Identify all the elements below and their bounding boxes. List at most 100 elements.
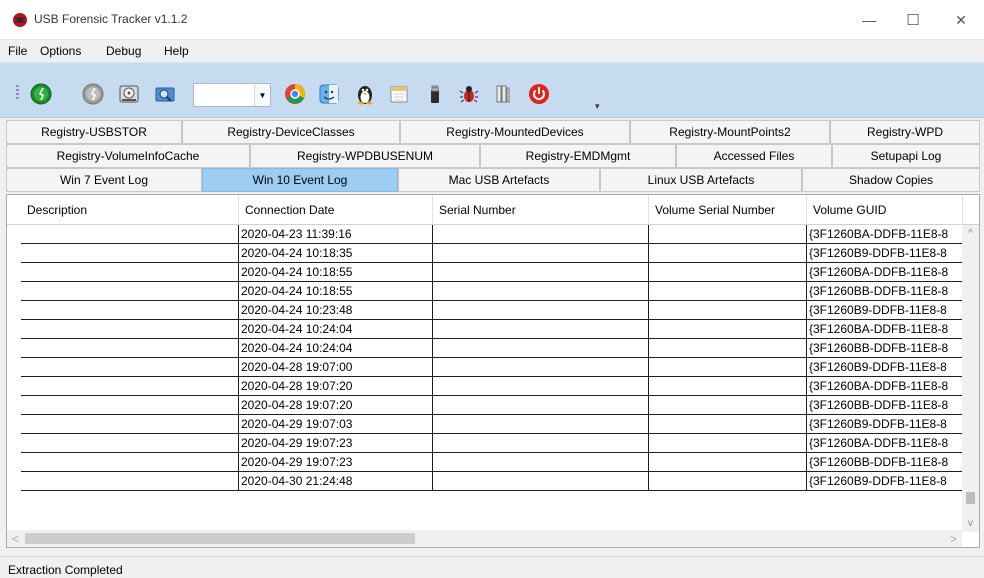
table-row[interactable]: 2020-04-24 10:24:04 {3F1260BA-DDFB-11E8-8 (7, 320, 963, 339)
cell-connection-date[interactable]: 2020-04-24 10:23:48 (239, 301, 433, 320)
column-header-volume-guid[interactable]: Volume GUID (807, 195, 963, 225)
calendar-icon[interactable] (388, 83, 410, 105)
tab-win10-event-log[interactable]: Win 10 Event Log (202, 168, 398, 192)
table-row[interactable]: 2020-04-30 21:24:48 {3F1260B9-DDFB-11E8-8 (7, 472, 963, 491)
dropdown-arrow-icon[interactable]: ▼ (254, 84, 270, 106)
cell-volume-serial-number[interactable] (649, 225, 807, 244)
cell-serial-number[interactable] (433, 263, 649, 282)
tab-shadow-copies[interactable]: Shadow Copies (802, 168, 980, 192)
cell-volume-serial-number[interactable] (649, 453, 807, 472)
cell-volume-guid[interactable]: {3F1260B9-DDFB-11E8-8 (807, 358, 963, 377)
run-grey-icon[interactable] (82, 83, 104, 105)
table-row[interactable]: 2020-04-24 10:24:04 {3F1260BB-DDFB-11E8-8 (7, 339, 963, 358)
tab-registry-deviceclasses[interactable]: Registry-DeviceClasses (182, 120, 400, 144)
cell-description[interactable] (21, 320, 239, 339)
run-green-icon[interactable] (30, 83, 52, 105)
cell-description[interactable] (21, 225, 239, 244)
magnifier-folder-icon[interactable] (154, 83, 176, 105)
scroll-up-icon[interactable]: ^ (962, 225, 979, 242)
cell-volume-serial-number[interactable] (649, 377, 807, 396)
tab-registry-volumeinfocache[interactable]: Registry-VolumeInfoCache (6, 144, 250, 168)
tab-registry-wpdbusenum[interactable]: Registry-WPDBUSENUM (250, 144, 480, 168)
cell-serial-number[interactable] (433, 415, 649, 434)
cell-serial-number[interactable] (433, 301, 649, 320)
cell-serial-number[interactable] (433, 358, 649, 377)
tab-accessed-files[interactable]: Accessed Files (676, 144, 832, 168)
cell-volume-serial-number[interactable] (649, 282, 807, 301)
toolbar-overflow-icon[interactable]: ▾ (595, 101, 600, 112)
cell-volume-serial-number[interactable] (649, 472, 807, 491)
tab-win7-event-log[interactable]: Win 7 Event Log (6, 168, 202, 192)
cell-volume-guid[interactable]: {3F1260BB-DDFB-11E8-8 (807, 339, 963, 358)
cell-connection-date[interactable]: 2020-04-28 19:07:00 (239, 358, 433, 377)
usb-drive-icon[interactable] (424, 83, 446, 105)
cell-volume-serial-number[interactable] (649, 415, 807, 434)
cell-description[interactable] (21, 301, 239, 320)
cell-volume-guid[interactable]: {3F1260B9-DDFB-11E8-8 (807, 472, 963, 491)
menu-debug[interactable]: Debug (106, 44, 141, 58)
cell-volume-serial-number[interactable] (649, 358, 807, 377)
cell-description[interactable] (21, 472, 239, 491)
bookshelf-icon[interactable] (492, 83, 514, 105)
menu-help[interactable]: Help (164, 44, 189, 58)
menu-file[interactable]: File (8, 44, 27, 58)
cell-volume-serial-number[interactable] (649, 339, 807, 358)
scroll-left-icon[interactable]: < (7, 530, 24, 547)
drive-select[interactable]: ▼ (193, 83, 271, 107)
cell-serial-number[interactable] (433, 377, 649, 396)
cell-volume-serial-number[interactable] (649, 320, 807, 339)
vertical-scrollbar[interactable]: ^ v (962, 225, 979, 532)
tab-linux-usb-artefacts[interactable]: Linux USB Artefacts (600, 168, 802, 192)
cell-description[interactable] (21, 358, 239, 377)
cell-volume-serial-number[interactable] (649, 301, 807, 320)
table-row[interactable]: 2020-04-24 10:18:55 {3F1260BA-DDFB-11E8-8 (7, 263, 963, 282)
cell-volume-guid[interactable]: {3F1260B9-DDFB-11E8-8 (807, 244, 963, 263)
cell-connection-date[interactable]: 2020-04-24 10:18:55 (239, 263, 433, 282)
toolbar-grip[interactable] (16, 85, 19, 101)
cell-description[interactable] (21, 263, 239, 282)
cell-serial-number[interactable] (433, 320, 649, 339)
cell-serial-number[interactable] (433, 339, 649, 358)
bug-debug-icon[interactable] (458, 83, 480, 105)
table-row[interactable]: 2020-04-28 19:07:20 {3F1260BA-DDFB-11E8-8 (7, 377, 963, 396)
cell-connection-date[interactable]: 2020-04-23 11:39:16 (239, 225, 433, 244)
cell-volume-serial-number[interactable] (649, 434, 807, 453)
cell-volume-guid[interactable]: {3F1260B9-DDFB-11E8-8 (807, 301, 963, 320)
cell-description[interactable] (21, 396, 239, 415)
menu-options[interactable]: Options (40, 44, 81, 58)
maximize-button[interactable]: ☐ (890, 0, 936, 40)
column-header-serial-number[interactable]: Serial Number (433, 195, 649, 225)
cell-connection-date[interactable]: 2020-04-24 10:18:55 (239, 282, 433, 301)
close-button[interactable]: ✕ (938, 0, 984, 40)
cell-description[interactable] (21, 377, 239, 396)
table-row[interactable]: 2020-04-29 19:07:23 {3F1260BA-DDFB-11E8-8 (7, 434, 963, 453)
cell-connection-date[interactable]: 2020-04-30 21:24:48 (239, 472, 433, 491)
cell-volume-serial-number[interactable] (649, 263, 807, 282)
cell-connection-date[interactable]: 2020-04-29 19:07:03 (239, 415, 433, 434)
cell-connection-date[interactable]: 2020-04-24 10:18:35 (239, 244, 433, 263)
cell-volume-guid[interactable]: {3F1260BB-DDFB-11E8-8 (807, 282, 963, 301)
tab-setupapi-log[interactable]: Setupapi Log (832, 144, 980, 168)
cell-volume-guid[interactable]: {3F1260BA-DDFB-11E8-8 (807, 225, 963, 244)
minimize-button[interactable]: — (846, 0, 892, 40)
chrome-browser-icon[interactable] (284, 83, 306, 105)
table-row[interactable]: 2020-04-24 10:23:48 {3F1260B9-DDFB-11E8-8 (7, 301, 963, 320)
cell-serial-number[interactable] (433, 434, 649, 453)
cell-volume-guid[interactable]: {3F1260BA-DDFB-11E8-8 (807, 377, 963, 396)
power-off-icon[interactable] (528, 83, 550, 105)
table-row[interactable]: 2020-04-24 10:18:35 {3F1260B9-DDFB-11E8-8 (7, 244, 963, 263)
tab-mac-usb-artefacts[interactable]: Mac USB Artefacts (398, 168, 600, 192)
table-row[interactable]: 2020-04-28 19:07:20 {3F1260BB-DDFB-11E8-8 (7, 396, 963, 415)
cell-serial-number[interactable] (433, 282, 649, 301)
linux-penguin-icon[interactable] (354, 83, 376, 105)
scroll-down-icon[interactable]: v (962, 515, 979, 532)
mac-finder-icon[interactable] (318, 83, 340, 105)
cell-volume-guid[interactable]: {3F1260BB-DDFB-11E8-8 (807, 453, 963, 472)
cell-description[interactable] (21, 415, 239, 434)
horizontal-scroll-thumb[interactable] (25, 533, 415, 544)
cell-volume-guid[interactable]: {3F1260BA-DDFB-11E8-8 (807, 434, 963, 453)
cell-volume-guid[interactable]: {3F1260BB-DDFB-11E8-8 (807, 396, 963, 415)
cell-description[interactable] (21, 282, 239, 301)
cell-connection-date[interactable]: 2020-04-24 10:24:04 (239, 320, 433, 339)
cell-serial-number[interactable] (433, 225, 649, 244)
